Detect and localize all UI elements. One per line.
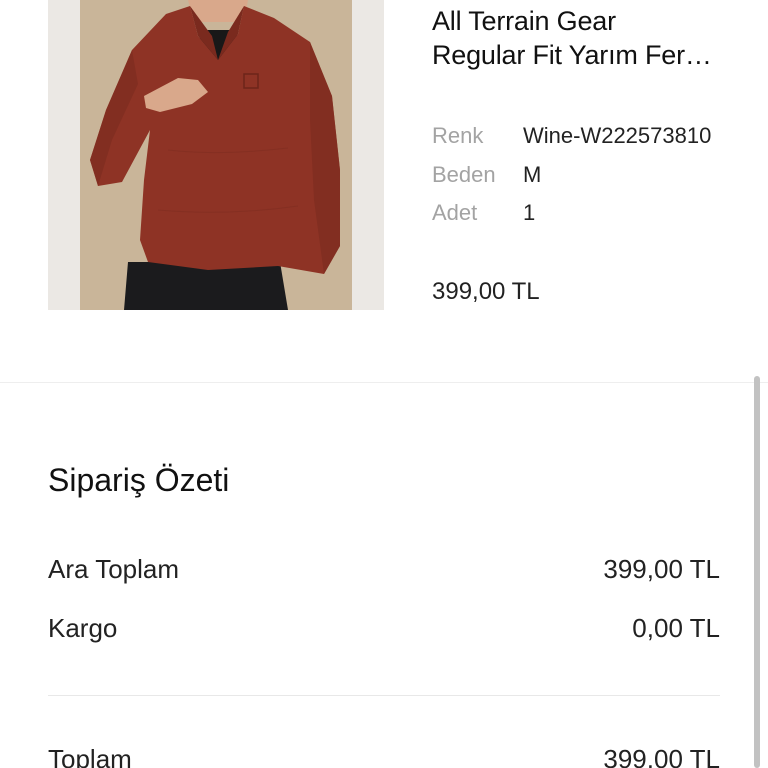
checkout-page: All Terrain Gear Regular Fit Yarım Fer… … [0, 0, 768, 768]
attribute-size: Beden M [432, 161, 541, 189]
cart-item: All Terrain Gear Regular Fit Yarım Fer… … [0, 0, 768, 382]
summary-label: Toplam [48, 744, 132, 768]
summary-divider [48, 695, 720, 696]
attribute-color: Renk Wine-W222573810 [432, 122, 711, 150]
summary-row-shipping: Kargo 0,00 TL [48, 611, 720, 645]
attribute-label: Adet [432, 200, 478, 225]
product-price: 399,00 TL [432, 278, 540, 305]
product-title-line2: Regular Fit Yarım Fer… [432, 40, 712, 70]
attribute-quantity: Adet 1 [432, 199, 535, 227]
attribute-value: Wine-W222573810 [523, 123, 712, 148]
summary-row-subtotal: Ara Toplam 399,00 TL [48, 552, 720, 586]
attribute-label: Beden [432, 162, 496, 187]
attribute-value: M [523, 162, 542, 187]
summary-value: 399,00 TL [603, 554, 720, 584]
scrollbar[interactable] [754, 376, 760, 768]
attribute-label: Renk [432, 123, 484, 148]
product-image[interactable] [48, 0, 384, 310]
summary-value: 0,00 TL [632, 613, 720, 643]
summary-value: 399,00 TL [603, 744, 720, 768]
summary-label: Ara Toplam [48, 554, 180, 584]
product-title-line1: All Terrain Gear [432, 6, 616, 36]
order-summary-title: Sipariş Özeti [48, 462, 230, 498]
summary-row-total: Toplam 399,00 TL [48, 742, 720, 768]
summary-label: Kargo [48, 613, 118, 643]
section-divider [0, 382, 768, 383]
attribute-value: 1 [523, 200, 536, 225]
product-title[interactable]: All Terrain Gear Regular Fit Yarım Fer… [432, 4, 732, 72]
